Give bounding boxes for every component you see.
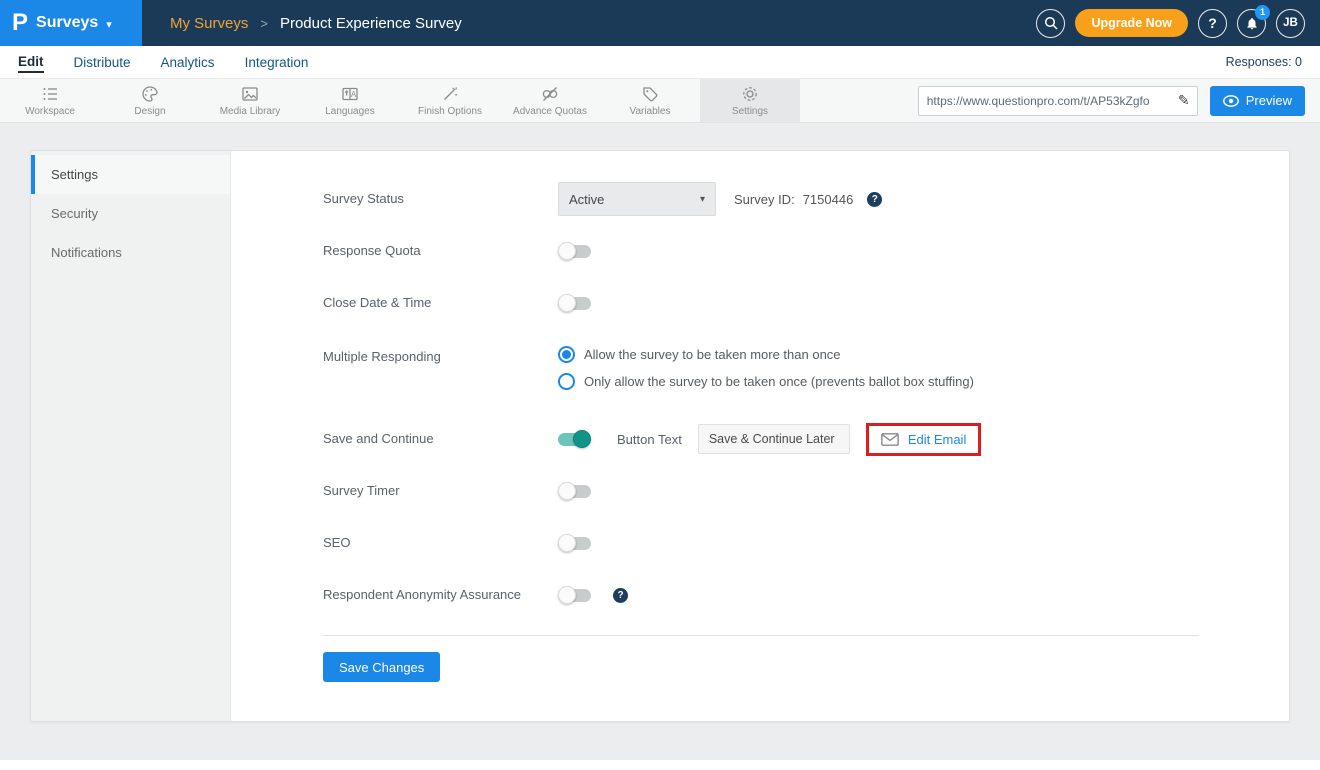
survey-id-label: Survey ID:: [734, 192, 795, 207]
survey-timer-toggle[interactable]: [558, 485, 591, 498]
response-quota-row: Response Quota: [323, 225, 1199, 277]
avatar[interactable]: JB: [1276, 9, 1305, 38]
notification-count-badge: 1: [1255, 5, 1270, 20]
toolbar-item-settings[interactable]: Settings: [700, 79, 800, 122]
question-mark-icon: ?: [1208, 15, 1217, 31]
settings-card: Settings Security Notifications Survey S…: [30, 150, 1290, 722]
toolbar-item-workspace[interactable]: Workspace: [0, 79, 100, 122]
chevron-down-icon: ▾: [700, 194, 705, 205]
envelope-icon: [881, 433, 899, 446]
toolbar-item-design[interactable]: Design: [100, 79, 200, 122]
toolbar-item-finish-options[interactable]: Finish Options: [400, 79, 500, 122]
survey-id-help-icon[interactable]: ?: [867, 192, 882, 207]
seo-toggle[interactable]: [558, 537, 591, 550]
anonymity-toggle[interactable]: [558, 589, 591, 602]
toolbar-item-variables[interactable]: Variables: [600, 79, 700, 122]
radio-unselected-icon[interactable]: [558, 373, 575, 390]
survey-id-value: 7150446: [803, 192, 854, 207]
breadcrumb-separator: >: [260, 16, 268, 31]
save-and-continue-toggle[interactable]: [558, 433, 591, 446]
radio-selected-icon[interactable]: [558, 346, 575, 363]
anonymity-row: Respondent Anonymity Assurance ?: [323, 569, 1199, 621]
footer-strip: [0, 760, 1320, 770]
survey-timer-label: Survey Timer: [323, 480, 558, 502]
tab-edit[interactable]: Edit: [18, 52, 44, 73]
search-button[interactable]: [1036, 9, 1065, 38]
settings-gear-icon: [740, 84, 760, 104]
variables-icon: [640, 84, 660, 104]
anonymity-help-icon[interactable]: ?: [613, 588, 628, 603]
notifications-button[interactable]: 1: [1237, 9, 1266, 38]
help-button[interactable]: ?: [1198, 9, 1227, 38]
button-text-input[interactable]: [698, 424, 850, 454]
sidebar-item-security[interactable]: Security: [31, 194, 230, 233]
settings-sidebar: Settings Security Notifications: [31, 151, 231, 721]
multiple-responding-row: Multiple Responding Allow the survey to …: [323, 329, 1199, 413]
response-quota-label: Response Quota: [323, 240, 558, 262]
survey-timer-row: Survey Timer: [323, 465, 1199, 517]
languages-icon: A: [340, 84, 360, 104]
edit-toolbar: Workspace Design Media Library A Languag…: [0, 79, 1320, 123]
toolbar-item-languages[interactable]: A Languages: [300, 79, 400, 122]
questionpro-logo-icon: P: [12, 11, 28, 35]
main-area: Settings Security Notifications Survey S…: [0, 123, 1320, 760]
primary-nav: Edit Distribute Analytics Integration Re…: [0, 46, 1320, 79]
edit-url-pencil-icon[interactable]: ✎: [1171, 87, 1197, 115]
seo-label: SEO: [323, 532, 558, 554]
toolbar-item-media-library[interactable]: Media Library: [200, 79, 300, 122]
preview-button[interactable]: Preview: [1210, 86, 1305, 116]
close-date-label: Close Date & Time: [323, 292, 558, 314]
annotation-highlight: Edit Email: [866, 423, 982, 456]
page-title: Product Experience Survey: [280, 15, 462, 32]
finish-options-icon: [440, 84, 460, 104]
tab-distribute[interactable]: Distribute: [74, 53, 131, 72]
seo-row: SEO: [323, 517, 1199, 569]
chevron-down-icon: ▾: [106, 18, 112, 31]
product-menu[interactable]: P Surveys ▾: [0, 0, 142, 46]
design-icon: [140, 84, 160, 104]
advance-quotas-icon: [540, 84, 560, 104]
topbar: P Surveys ▾ My Surveys > Product Experie…: [0, 0, 1320, 46]
save-and-continue-row: Save and Continue Button Text Edit Email: [323, 413, 1199, 465]
search-icon: [1044, 16, 1058, 30]
sidebar-item-notifications[interactable]: Notifications: [31, 233, 230, 272]
tab-analytics[interactable]: Analytics: [161, 53, 215, 72]
breadcrumb-my-surveys[interactable]: My Surveys: [170, 15, 248, 32]
eye-icon: [1223, 95, 1239, 107]
workspace-icon: [40, 84, 60, 104]
tab-integration[interactable]: Integration: [245, 53, 309, 72]
breadcrumb: My Surveys > Product Experience Survey: [170, 15, 462, 32]
multiple-responding-label: Multiple Responding: [323, 346, 558, 368]
close-date-toggle[interactable]: [558, 297, 591, 310]
settings-content: Survey Status Active ▾ Survey ID: 715044…: [231, 151, 1289, 721]
survey-url-field: ✎: [918, 86, 1198, 116]
save-and-continue-label: Save and Continue: [323, 428, 558, 450]
response-quota-toggle[interactable]: [558, 245, 591, 258]
radio-allow-multiple[interactable]: Allow the survey to be taken more than o…: [558, 346, 974, 363]
button-text-label: Button Text: [617, 432, 682, 447]
responses-count: Responses: 0: [1226, 55, 1302, 69]
survey-status-label: Survey Status: [323, 188, 558, 210]
media-library-icon: [240, 84, 260, 104]
save-changes-button[interactable]: Save Changes: [323, 652, 440, 682]
radio-allow-once[interactable]: Only allow the survey to be taken once (…: [558, 373, 974, 390]
sidebar-item-settings[interactable]: Settings: [31, 155, 230, 194]
anonymity-label: Respondent Anonymity Assurance: [323, 584, 558, 606]
survey-url-input[interactable]: [919, 94, 1171, 108]
toolbar-item-advance-quotas[interactable]: Advance Quotas: [500, 79, 600, 122]
survey-status-row: Survey Status Active ▾ Survey ID: 715044…: [323, 173, 1199, 225]
close-date-row: Close Date & Time: [323, 277, 1199, 329]
upgrade-button[interactable]: Upgrade Now: [1075, 9, 1188, 37]
toolbar-right: ✎ Preview: [918, 79, 1320, 122]
edit-email-link[interactable]: Edit Email: [908, 432, 967, 447]
survey-status-select[interactable]: Active ▾: [558, 182, 716, 216]
divider: [323, 635, 1199, 636]
product-menu-label: Surveys: [36, 14, 98, 32]
topbar-actions: Upgrade Now ? 1 JB: [1036, 9, 1320, 38]
svg-text:A: A: [351, 90, 357, 99]
